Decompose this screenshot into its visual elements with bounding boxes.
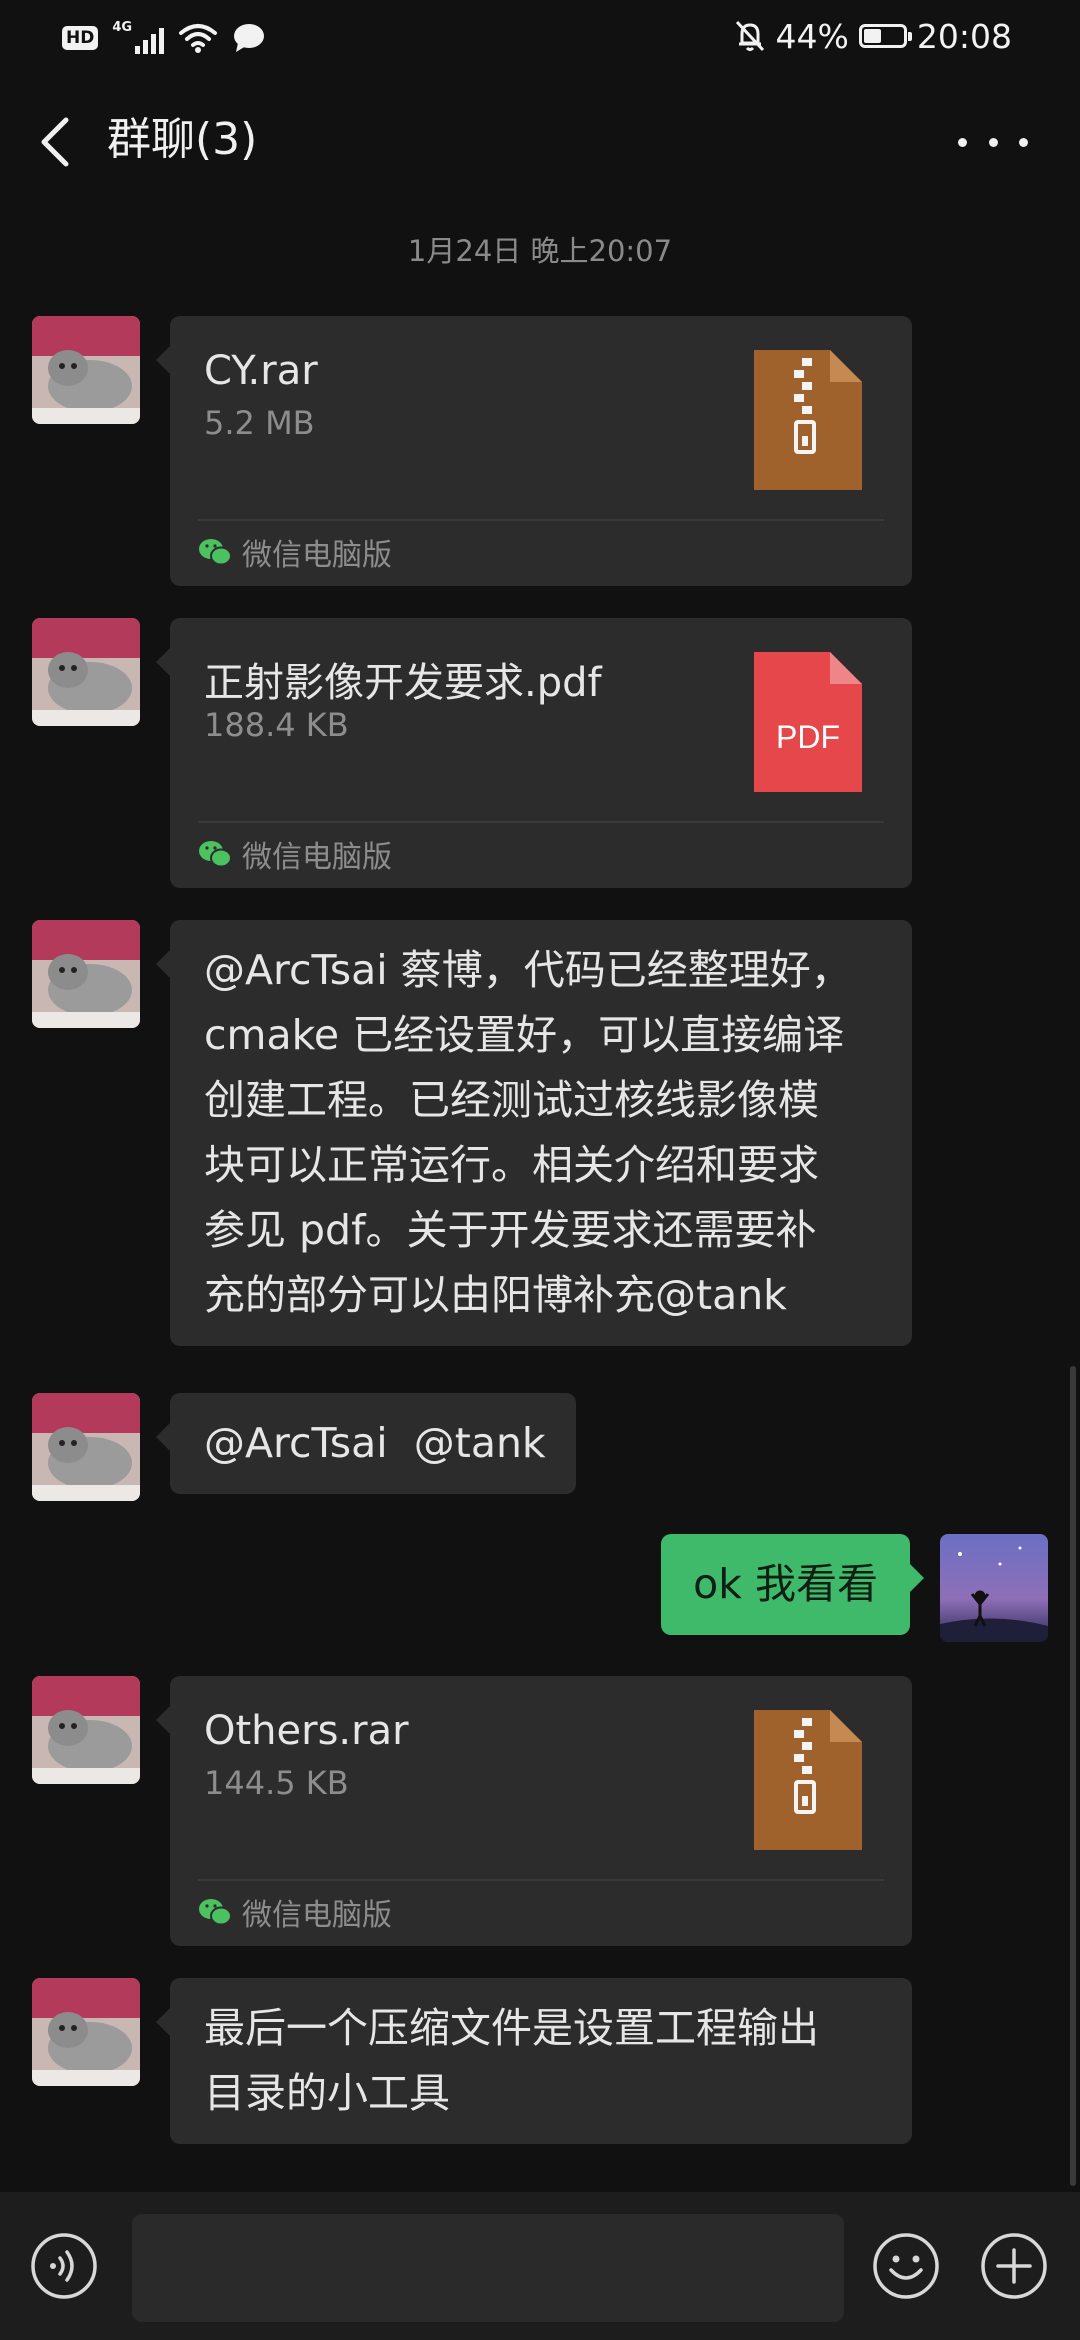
pdf-file-icon: PDF	[754, 652, 862, 792]
message-line: 块可以正常运行。相关介绍和要求	[204, 1141, 819, 1189]
battery-icon	[858, 24, 912, 48]
file-message-others[interactable]: Others.rar 144.5 KB 微信电脑版	[156, 1676, 912, 1946]
file-message-cy[interactable]: CY.rar 5.2 MB 微信电脑版	[156, 316, 912, 586]
avatar[interactable]	[32, 1676, 140, 1784]
divider	[198, 821, 884, 823]
divider	[198, 1879, 884, 1881]
text-message[interactable]: @ArcTsai @tank	[156, 1393, 576, 1494]
status-bar: HD 4G 44% 20:08	[0, 0, 1080, 72]
message-line: @ArcTsai 蔡博，代码已经整理好，	[204, 946, 852, 994]
source-text: 微信电脑版	[242, 1898, 392, 1933]
more-dots-icon[interactable]	[958, 122, 1028, 162]
hd-badge: HD	[62, 26, 99, 50]
message-line: @ArcTsai @tank	[204, 1419, 546, 1467]
emoji-icon[interactable]	[872, 2232, 940, 2300]
message-line: 最后一个压缩文件是设置工程输出	[204, 2004, 819, 2052]
zip-file-icon	[754, 350, 862, 490]
pdf-icon-label: PDF	[776, 719, 840, 755]
back-chevron-icon[interactable]	[30, 114, 78, 170]
network-type: 4G	[112, 20, 133, 35]
my-text-message[interactable]: ok 我看看	[661, 1534, 924, 1635]
avatar[interactable]	[32, 1393, 140, 1501]
clock: 20:08	[916, 16, 1012, 56]
chat-header: 群聊(3)	[0, 92, 1080, 192]
source-label: 微信电脑版	[198, 1890, 392, 1934]
file-name: Others.rar	[204, 1708, 409, 1754]
message-line: 充的部分可以由阳博补充@tank	[204, 1271, 787, 1319]
wechat-icon	[199, 539, 232, 566]
text-message[interactable]: 最后一个压缩文件是设置工程输出 目录的小工具	[156, 1978, 912, 2144]
signal-icon: 4G	[112, 20, 165, 56]
file-message-pdf[interactable]: 正射影像开发要求.pdf 188.4 KB PDF 微信电脑版	[156, 618, 912, 888]
wechat-icon	[199, 1899, 232, 1926]
message-input[interactable]	[132, 2214, 844, 2322]
battery-percent: 44%	[775, 16, 849, 56]
chat-title: 群聊(3)	[107, 114, 258, 165]
message-line: ok 我看看	[693, 1560, 878, 1608]
scrollbar[interactable]	[1070, 1366, 1076, 2186]
file-size: 188.4 KB	[204, 706, 349, 744]
my-avatar[interactable]	[940, 1534, 1048, 1642]
file-name: 正射影像开发要求.pdf	[204, 660, 602, 706]
avatar[interactable]	[32, 920, 140, 1028]
wechat-icon	[199, 841, 232, 868]
message-line: 参见 pdf。关于开发要求还需要补	[204, 1206, 817, 1254]
mute-bell-icon	[735, 20, 764, 52]
plus-icon[interactable]	[980, 2232, 1048, 2300]
text-message[interactable]: @ArcTsai 蔡博，代码已经整理好， cmake 已经设置好，可以直接编译 …	[156, 920, 912, 1346]
avatar[interactable]	[32, 618, 140, 726]
battery-level	[863, 29, 881, 43]
divider	[198, 519, 884, 521]
message-notification-icon	[234, 24, 265, 52]
zip-file-icon	[754, 1710, 862, 1850]
message-timestamp: 1月24日 晚上20:07	[407, 234, 673, 268]
source-text: 微信电脑版	[242, 538, 392, 573]
file-size: 5.2 MB	[204, 404, 315, 442]
avatar[interactable]	[32, 1978, 140, 2086]
voice-icon[interactable]	[30, 2232, 98, 2300]
message-line: cmake 已经设置好，可以直接编译	[204, 1011, 845, 1059]
source-text: 微信电脑版	[242, 840, 392, 875]
message-line: 目录的小工具	[204, 2069, 450, 2117]
avatar[interactable]	[32, 316, 140, 424]
wifi-icon	[179, 24, 218, 53]
input-bar	[0, 2192, 1080, 2340]
file-name: CY.rar	[204, 348, 318, 394]
source-label: 微信电脑版	[198, 530, 392, 574]
file-size: 144.5 KB	[204, 1764, 349, 1802]
message-line: 创建工程。已经测试过核线影像模	[204, 1076, 819, 1124]
source-label: 微信电脑版	[198, 832, 392, 876]
